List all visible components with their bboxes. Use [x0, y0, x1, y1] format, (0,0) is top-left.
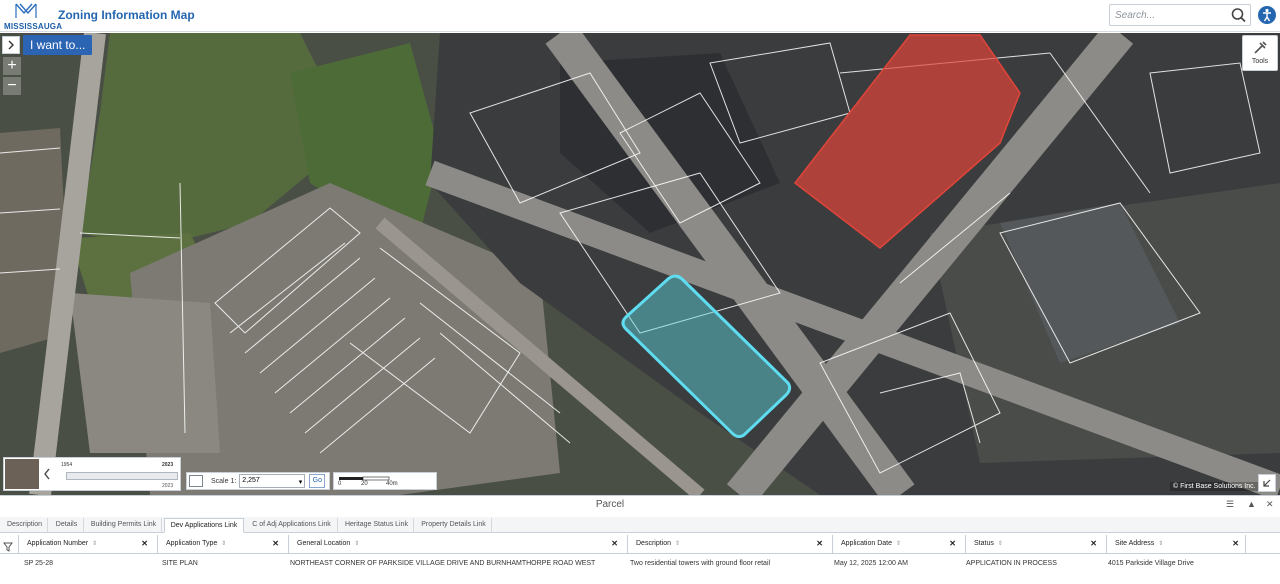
cell-description: Two residential towers with ground floor… — [630, 560, 771, 567]
sort-icon[interactable]: ⇕ — [221, 541, 226, 547]
cell-status: APPLICATION IN PROCESS — [966, 560, 1057, 567]
close-icon[interactable]: ✕ — [611, 535, 618, 553]
tab-dev-applications[interactable]: Dev Applications Link — [164, 518, 244, 533]
scale-bar: 0 20 40m — [333, 472, 437, 490]
logo-text: MISSISSAUGA — [4, 22, 63, 31]
tab-details[interactable]: Details — [50, 518, 84, 533]
scalebar-tick-20: 20 — [361, 481, 368, 487]
column-label: Application Date — [841, 540, 892, 547]
close-icon[interactable]: ✕ — [1266, 499, 1274, 510]
scale-icon — [189, 475, 203, 487]
column-header-general-location[interactable]: General Location ⇕ ✕ — [288, 535, 624, 553]
tab-building-permits[interactable]: Building Permits Link — [86, 518, 162, 533]
timeline-current-year: 2023 — [162, 483, 174, 489]
app-root: MISSISSAUGA Zoning Information Map Searc… — [0, 0, 1280, 584]
tools-label: Tools — [1251, 58, 1269, 65]
scalebar-tick-0: 0 — [338, 481, 342, 487]
filter-icon[interactable] — [3, 539, 13, 552]
column-label: Description — [636, 540, 672, 547]
close-icon[interactable]: ✕ — [1232, 535, 1239, 553]
collapse-map-button[interactable] — [1258, 474, 1276, 492]
table-row[interactable]: SP 25-28 SITE PLAN NORTHEAST CORNER OF P… — [0, 555, 1280, 573]
header: MISSISSAUGA Zoning Information Map — [0, 0, 1280, 32]
close-icon[interactable]: ✕ — [141, 535, 148, 553]
expand-panel-button[interactable] — [2, 36, 20, 54]
close-icon[interactable]: ✕ — [1090, 535, 1097, 553]
cell-application-number: SP 25-28 — [24, 560, 54, 567]
chevron-up-icon[interactable]: ▲ — [1247, 499, 1256, 509]
column-header-application-number[interactable]: Application Number ⇕ ✕ — [18, 535, 154, 553]
tools-button[interactable]: Tools — [1242, 35, 1278, 71]
scale-value: 2,257 — [242, 477, 260, 484]
tab-description[interactable]: Description — [2, 518, 48, 533]
zoom-out-button[interactable]: − — [3, 77, 21, 95]
app-title: Zoning Information Map — [58, 8, 195, 22]
scale-label: Scale 1: — [211, 477, 237, 485]
list-icon[interactable]: ☰ — [1226, 499, 1234, 510]
search-input[interactable] — [1110, 5, 1228, 25]
cell-site-address: 4015 Parkside Village Drive — [1108, 560, 1194, 567]
column-header-application-date[interactable]: Application Date ⇕ ✕ — [832, 535, 962, 553]
scale-select[interactable]: 2,257 ▾ — [239, 474, 306, 488]
column-label: Application Type — [166, 540, 218, 547]
sort-icon[interactable]: ⇕ — [354, 541, 359, 547]
panel-tabs: Description Details Building Permits Lin… — [0, 517, 1280, 533]
timeline-start-year: 1954 — [61, 462, 73, 468]
results-panel: Parcel ☰ ▲ ✕ Description Details Buildin… — [0, 495, 1280, 584]
column-label: Status — [974, 540, 994, 547]
column-label: Application Number — [27, 540, 89, 547]
i-want-to-button[interactable]: I want to... — [23, 35, 93, 55]
timeline-slider[interactable] — [66, 472, 178, 480]
close-icon[interactable]: ✕ — [272, 535, 279, 553]
search-box — [1109, 4, 1251, 26]
cell-application-date: May 12, 2025 12:00 AM — [834, 560, 908, 567]
accessibility-icon[interactable] — [1258, 6, 1276, 24]
column-header-site-address[interactable]: Site Address ⇕ ✕ — [1106, 535, 1246, 553]
imagery-attribution: © First Base Solutions Inc. — [1170, 482, 1259, 491]
mississauga-logo[interactable]: MISSISSAUGA — [2, 2, 62, 31]
search-icon[interactable] — [1230, 7, 1248, 23]
scale-control: Scale 1: 2,257 ▾ Go — [186, 472, 330, 490]
tab-c-of-adj[interactable]: C of Adj Applications Link — [246, 518, 338, 533]
close-icon[interactable]: ✕ — [816, 535, 823, 553]
zoom-in-button[interactable]: + — [3, 57, 21, 75]
sort-icon[interactable]: ⇕ — [998, 541, 1003, 547]
cell-application-type: SITE PLAN — [162, 560, 198, 567]
tab-heritage-status[interactable]: Heritage Status Link — [340, 518, 414, 533]
imagery-timeline: 1954 2023 2023 — [3, 457, 181, 491]
column-label: General Location — [297, 540, 351, 547]
close-icon[interactable]: ✕ — [949, 535, 956, 553]
scalebar-tick-40: 40m — [386, 481, 398, 487]
cell-general-location: NORTHEAST CORNER OF PARKSIDE VILLAGE DRI… — [290, 560, 596, 567]
map-view[interactable]: I want to... + − Tools 1954 2023 2023 Sc… — [0, 33, 1280, 495]
chevron-left-icon[interactable] — [42, 467, 52, 481]
scale-go-button[interactable]: Go — [309, 474, 326, 488]
sort-icon[interactable]: ⇕ — [92, 541, 97, 547]
timeline-end-year: 2023 — [162, 462, 174, 468]
sort-icon[interactable]: ⇕ — [1158, 541, 1163, 547]
sort-icon[interactable]: ⇕ — [675, 541, 680, 547]
tab-property-details[interactable]: Property Details Link — [416, 518, 492, 533]
aerial-imagery — [0, 33, 1280, 495]
sort-icon[interactable]: ⇕ — [896, 541, 901, 547]
chevron-down-icon: ▾ — [298, 479, 303, 486]
column-label: Site Address — [1115, 540, 1155, 547]
column-header-status[interactable]: Status ⇕ ✕ — [965, 535, 1103, 553]
panel-title: Parcel — [595, 499, 625, 510]
table-header: Application Number ⇕ ✕ Application Type ⇕ ✕ … — [0, 534, 1280, 554]
column-header-application-type[interactable]: Application Type ⇕ ✕ — [157, 535, 285, 553]
timeline-thumbnail[interactable] — [5, 459, 39, 489]
column-header-description[interactable]: Description ⇕ ✕ — [627, 535, 829, 553]
